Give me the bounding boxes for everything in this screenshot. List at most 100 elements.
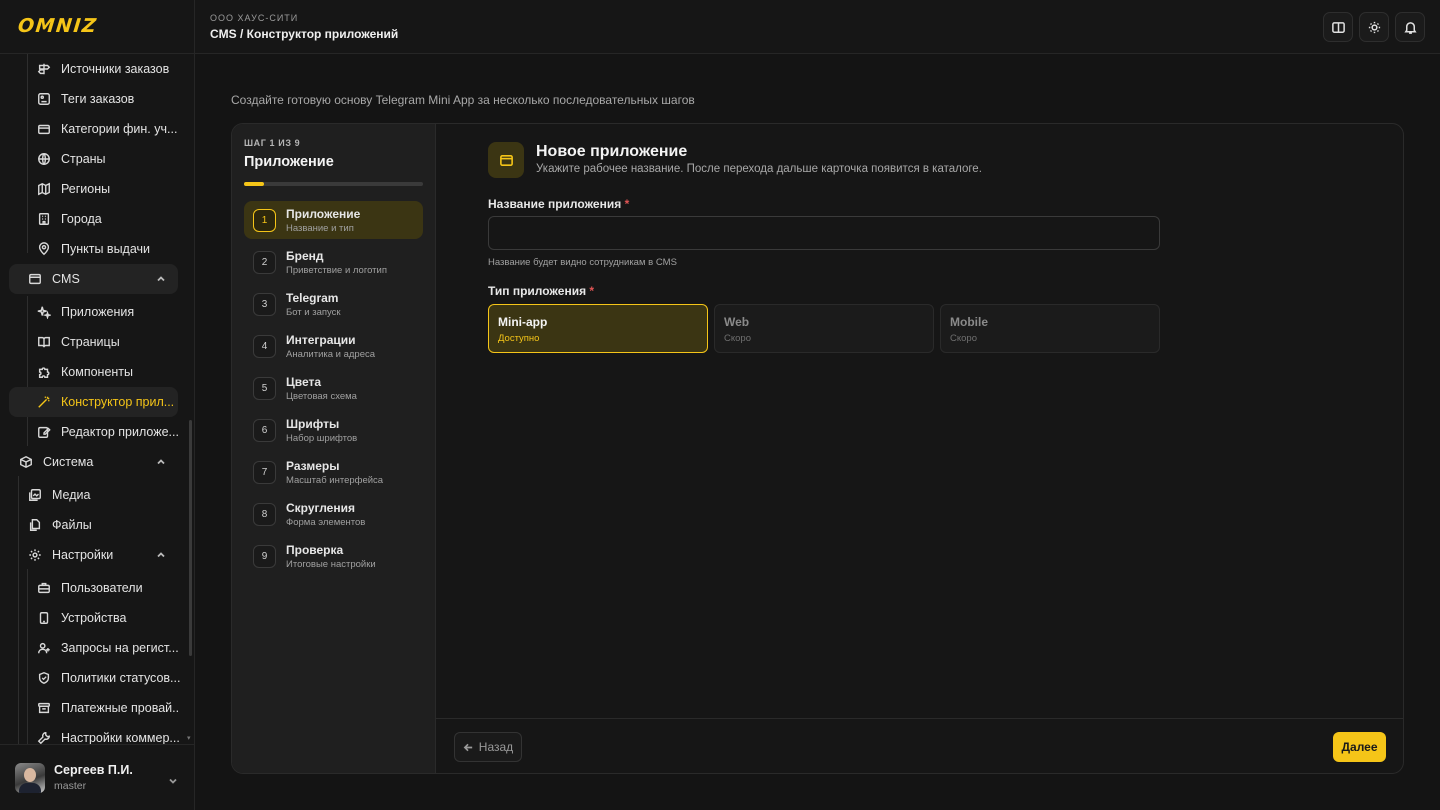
form-title: Новое приложение bbox=[536, 143, 688, 160]
sidebar-item-commerce-settings[interactable]: Настройки коммер... bbox=[28, 723, 180, 744]
sidebar-item-regions[interactable]: Регионы bbox=[28, 174, 180, 204]
sidebar-item-registration-requests[interactable]: Запросы на регист... bbox=[28, 633, 180, 663]
docs-button[interactable] bbox=[1323, 12, 1353, 42]
app-name-hint: Название будет видно сотрудникам в CMS bbox=[488, 257, 677, 268]
next-button[interactable]: Далее bbox=[1333, 732, 1386, 762]
app-name-label: Название приложения * bbox=[488, 197, 630, 211]
avatar bbox=[15, 762, 45, 793]
sidebar-group-cms[interactable]: CMS bbox=[9, 264, 178, 294]
required-mark: * bbox=[624, 197, 630, 211]
sidebar-item-cities[interactable]: Города bbox=[28, 204, 180, 234]
wizard-progress-fill bbox=[244, 182, 264, 186]
image-icon bbox=[27, 487, 43, 503]
sidebar-item-media[interactable]: Медиа bbox=[19, 480, 180, 510]
sparkle-icon bbox=[36, 304, 52, 320]
theme-toggle-button[interactable] bbox=[1359, 12, 1389, 42]
wizard-footer: Назад Далее bbox=[436, 718, 1403, 773]
form-subtitle: Укажите рабочее название. После перехода… bbox=[536, 163, 982, 175]
wizard-step-8[interactable]: 8 Скругления Форма элементов bbox=[244, 495, 423, 533]
briefcase-icon bbox=[36, 580, 52, 596]
app-type-label: Тип приложения * bbox=[488, 284, 595, 298]
wizard-steps-panel: ШАГ 1 ИЗ 9 Приложение 1 Приложение Назва… bbox=[232, 124, 436, 773]
app-window-icon bbox=[488, 142, 524, 178]
breadcrumb: CMS / Конструктор приложений bbox=[210, 27, 399, 41]
sidebar-item-payment-providers[interactable]: Платежные провай... bbox=[28, 693, 180, 723]
pin-icon bbox=[36, 241, 52, 257]
scroll-down-arrow-icon[interactable]: ▾ bbox=[187, 735, 193, 742]
signpost-icon bbox=[36, 61, 52, 77]
sidebar-item-pickup-points[interactable]: Пункты выдачи bbox=[28, 234, 180, 264]
sidebar-item-apps[interactable]: Приложения bbox=[28, 297, 180, 327]
organization-name: ООО ХАУС-СИТИ bbox=[210, 13, 299, 23]
wizard-progress bbox=[244, 182, 423, 186]
app-type-mobile[interactable]: Mobile Скоро bbox=[940, 304, 1160, 353]
sidebar-item-app-editor[interactable]: Редактор приложе... bbox=[28, 417, 180, 447]
arrow-left-icon bbox=[463, 742, 479, 753]
phone-icon bbox=[36, 610, 52, 626]
app-name-input[interactable] bbox=[488, 216, 1160, 250]
chevron-down-icon bbox=[168, 774, 178, 789]
user-name: Сергеев П.И. bbox=[54, 763, 133, 777]
sidebar-item-order-sources[interactable]: Источники заказов bbox=[28, 54, 180, 84]
globe-icon bbox=[36, 151, 52, 167]
wizard-step-2[interactable]: 2 Бренд Приветствие и логотип bbox=[244, 243, 423, 281]
wizard-step-6[interactable]: 6 Шрифты Набор шрифтов bbox=[244, 411, 423, 449]
wizard-step-9[interactable]: 9 Проверка Итоговые настройки bbox=[244, 537, 423, 575]
archive-icon bbox=[36, 700, 52, 716]
gear-icon bbox=[27, 547, 43, 563]
sun-icon bbox=[1367, 20, 1382, 35]
book-open-icon bbox=[1331, 20, 1346, 35]
user-plus-icon bbox=[36, 640, 52, 656]
sidebar-item-components[interactable]: Компоненты bbox=[28, 357, 180, 387]
sidebar-group-system[interactable]: Система bbox=[9, 447, 178, 477]
app-type-web[interactable]: Web Скоро bbox=[714, 304, 934, 353]
shield-icon bbox=[36, 670, 52, 686]
sidebar-item-order-tags[interactable]: Теги заказов bbox=[28, 84, 180, 114]
top-header: ООО ХАУС-СИТИ CMS / Конструктор приложен… bbox=[195, 0, 1440, 54]
edit-icon bbox=[36, 424, 52, 440]
app-form: Новое приложение Укажите рабочее названи… bbox=[436, 124, 1403, 718]
chevron-up-icon bbox=[156, 273, 166, 283]
sidebar-item-pages[interactable]: Страницы bbox=[28, 327, 180, 357]
wizard-step-5[interactable]: 5 Цвета Цветовая схема bbox=[244, 369, 423, 407]
book-icon bbox=[36, 334, 52, 350]
sidebar-item-devices[interactable]: Устройства bbox=[28, 603, 180, 633]
tag-icon bbox=[36, 91, 52, 107]
step-title: Приложение bbox=[244, 154, 334, 170]
sidebar: OMNIZ Источники заказов Теги заказов Кат… bbox=[0, 0, 195, 810]
bell-icon bbox=[1403, 20, 1418, 35]
sidebar-group-settings[interactable]: Настройки bbox=[19, 540, 178, 570]
required-mark: * bbox=[589, 284, 595, 298]
sidebar-item-countries[interactable]: Страны bbox=[28, 144, 180, 174]
sidebar-scrollbar[interactable] bbox=[189, 420, 192, 656]
wallet-icon bbox=[36, 121, 52, 137]
wizard-step-3[interactable]: 3 Telegram Бот и запуск bbox=[244, 285, 423, 323]
puzzle-icon bbox=[36, 364, 52, 380]
wizard-step-7[interactable]: 7 Размеры Масштаб интерфейса bbox=[244, 453, 423, 491]
chevron-up-icon bbox=[156, 549, 166, 559]
sidebar-item-fin-categories[interactable]: Категории фин. уч... bbox=[28, 114, 180, 144]
wizard-step-1[interactable]: 1 Приложение Название и тип bbox=[244, 201, 423, 239]
user-profile[interactable]: Сергеев П.И. master bbox=[0, 744, 195, 810]
map-icon bbox=[36, 181, 52, 197]
app-type-mini-app[interactable]: Mini-app Доступно bbox=[488, 304, 708, 353]
wizard-step-4[interactable]: 4 Интеграции Аналитика и адреса bbox=[244, 327, 423, 365]
window-icon bbox=[27, 271, 43, 287]
building-icon bbox=[36, 211, 52, 227]
wand-icon bbox=[36, 394, 52, 410]
notifications-button[interactable] bbox=[1395, 12, 1425, 42]
sidebar-item-app-builder[interactable]: Конструктор прил... bbox=[9, 387, 178, 417]
sidebar-nav: Источники заказов Теги заказов Категории… bbox=[0, 54, 195, 744]
wrench-icon bbox=[36, 730, 52, 744]
chevron-up-icon bbox=[156, 456, 166, 466]
step-counter: ШАГ 1 ИЗ 9 bbox=[244, 138, 301, 148]
sidebar-item-files[interactable]: Файлы bbox=[19, 510, 180, 540]
wizard-card: ШАГ 1 ИЗ 9 Приложение 1 Приложение Назва… bbox=[231, 123, 1404, 774]
files-icon bbox=[27, 517, 43, 533]
back-button[interactable]: Назад bbox=[454, 732, 522, 762]
sidebar-item-status-policies[interactable]: Политики статусов... bbox=[28, 663, 180, 693]
omniz-logo[interactable]: OMNIZ bbox=[17, 15, 99, 37]
sidebar-item-users[interactable]: Пользователи bbox=[28, 573, 180, 603]
page-subtitle: Создайте готовую основу Telegram Mini Ap… bbox=[231, 93, 695, 107]
user-role: master bbox=[54, 780, 87, 792]
